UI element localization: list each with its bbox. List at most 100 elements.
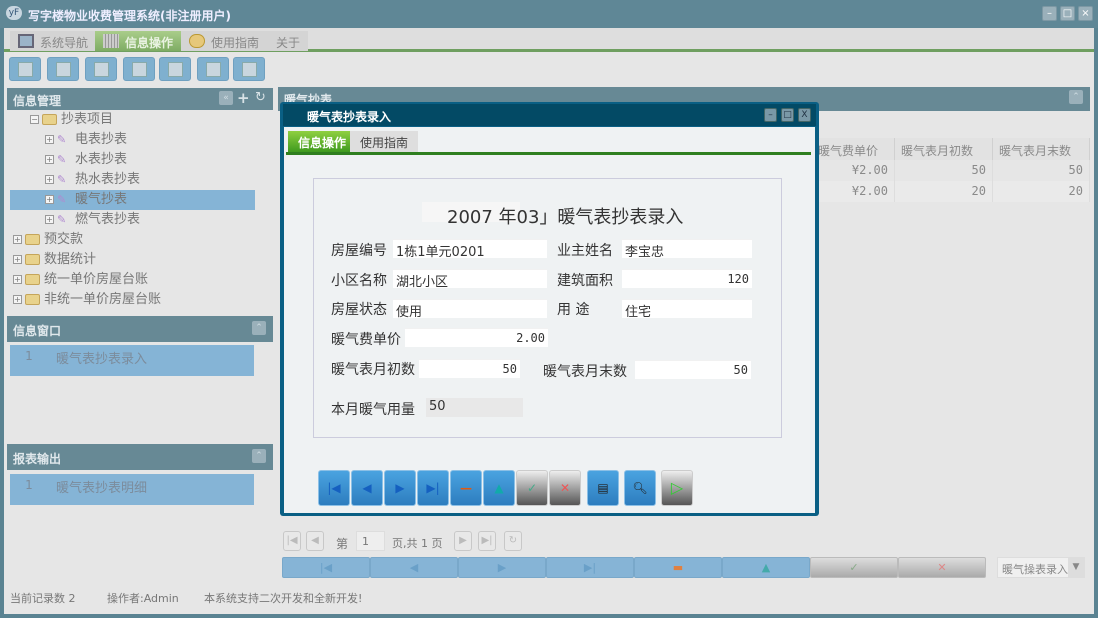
tree-node[interactable]: + 数据统计 — [10, 250, 270, 270]
usage-field[interactable]: 住宅 — [622, 299, 752, 320]
dialog-close-button[interactable]: X — [798, 108, 811, 122]
tree-node[interactable]: + 统一单价房屋台账 — [10, 270, 270, 290]
app-logo-icon: yF — [6, 6, 22, 20]
minimize-button[interactable]: – — [1042, 6, 1057, 21]
cancel-button[interactable]: ✕ — [898, 557, 986, 578]
collapse-up-icon[interactable]: ⌃ — [252, 449, 266, 463]
tool-icon: ✎ — [57, 153, 67, 166]
add-icon[interactable]: + — [237, 89, 250, 107]
owner-field[interactable]: 李宝忠 — [622, 239, 752, 260]
cell: 20 — [895, 181, 993, 202]
house-no-field[interactable]: 1栋1单元0201 — [393, 239, 547, 260]
usage-amount-field: 50 — [426, 398, 523, 417]
toolbar-search-button[interactable] — [9, 57, 41, 81]
preview-icon[interactable]: 🔍︎ — [624, 470, 656, 506]
page-input[interactable]: 1 — [356, 531, 385, 551]
folder-icon — [25, 254, 40, 265]
delete-record-button[interactable]: ▬ — [634, 557, 722, 578]
refresh-icon[interactable]: ↻ — [504, 531, 522, 551]
dialog-add-button[interactable]: ▲ — [483, 470, 515, 506]
dialog-tab-guide[interactable]: 使用指南 — [350, 131, 419, 152]
last-page-button[interactable]: ▶| — [478, 531, 496, 551]
dialog-delete-button[interactable]: — — [450, 470, 482, 506]
print-icon[interactable]: ▤ — [587, 470, 619, 506]
tool-icon: ✎ — [57, 193, 67, 206]
form-select[interactable]: 暖气操表录入 ▼ — [997, 557, 1085, 578]
dialog-first-button[interactable]: |◀ — [318, 470, 350, 506]
tree-node[interactable]: + ✎ 燃气表抄表 — [10, 210, 270, 230]
run-icon[interactable]: ▷ — [661, 470, 693, 506]
dialog-next-button[interactable]: ▶ — [384, 470, 416, 506]
tab-about[interactable]: 关于 — [266, 31, 309, 51]
operator: 操作者:Admin — [107, 592, 179, 605]
collapse-up-icon[interactable]: ⌃ — [1069, 90, 1083, 104]
tree-node-selected[interactable]: + ✎ 暖气抄表 — [10, 190, 255, 210]
window-icon — [168, 62, 183, 77]
add-window-icon — [206, 62, 221, 77]
status-field[interactable]: 使用 — [393, 299, 547, 320]
tree-node[interactable]: − 抄表项目 — [10, 110, 270, 130]
list-item[interactable]: 1 暖气表抄表录入 — [10, 345, 254, 376]
start-reading-field[interactable]: 50 — [419, 359, 520, 378]
label: 暖气表月末数 — [543, 364, 627, 380]
unit-price-field[interactable]: 2.00 — [405, 328, 548, 347]
list-item[interactable]: 1 暖气表抄表明细 — [10, 474, 254, 505]
close-button[interactable]: × — [1078, 6, 1093, 21]
tree-node[interactable]: + 预交款 — [10, 230, 270, 250]
cell: 50 — [895, 160, 993, 181]
next-record-button[interactable]: ▶ — [458, 557, 546, 578]
tab-info-ops[interactable]: 信息操作 — [95, 31, 182, 51]
tab-guide[interactable]: 使用指南 — [181, 31, 268, 51]
tab-label: 系统导航 — [40, 36, 89, 50]
label: 建筑面积 — [557, 273, 613, 289]
heading-date[interactable]: 2007 年03 — [447, 207, 539, 228]
toolbar-calendar-button[interactable] — [233, 57, 265, 81]
label: 暖气表月初数 — [331, 362, 415, 378]
prev-page-button[interactable]: ◀ — [306, 531, 324, 551]
first-page-button[interactable]: |◀ — [283, 531, 301, 551]
prev-record-button[interactable]: ◀ — [370, 557, 458, 578]
collapse-left-icon[interactable]: « — [219, 91, 233, 105]
dialog-save-button[interactable]: ✓ — [516, 470, 548, 506]
report-panel-header: 报表输出 — [7, 444, 273, 470]
dialog-tab-info-ops[interactable]: 信息操作 — [288, 131, 357, 152]
title-bar: 写字楼物业收费管理系统(非注册用户) — [0, 0, 1098, 28]
column-header[interactable]: 暖气费单价 — [812, 138, 895, 160]
dialog-minimize-button[interactable]: – — [764, 108, 777, 122]
tree-node[interactable]: + ✎ 热水表抄表 — [10, 170, 270, 190]
dialog-prev-button[interactable]: ◀ — [351, 470, 383, 506]
area-field[interactable]: 120 — [622, 269, 752, 288]
dialog-maximize-button[interactable]: □ — [781, 108, 794, 122]
refresh-icon[interactable]: ↻ — [255, 90, 266, 105]
dialog-cancel-button[interactable]: ✕ — [549, 470, 581, 506]
end-reading-field[interactable]: 50 — [635, 360, 751, 379]
toolbar-document-button[interactable] — [85, 57, 117, 81]
select-value: 暖气操表录入 — [1002, 563, 1068, 576]
dialog-title-bar[interactable]: 暖气表抄表录入 — [283, 104, 816, 126]
tree-node[interactable]: + ✎ 水表抄表 — [10, 150, 270, 170]
last-record-button[interactable]: ▶| — [546, 557, 634, 578]
next-page-button[interactable]: ▶ — [454, 531, 472, 551]
tab-system-nav[interactable]: 系统导航 — [10, 31, 97, 51]
tree-node[interactable]: + ✎ 电表抄表 — [10, 130, 270, 150]
community-field[interactable]: 湖北小区 — [393, 269, 547, 290]
maximize-button[interactable]: □ — [1060, 6, 1075, 21]
label: 房屋状态 — [331, 302, 387, 318]
toolbar-list-button[interactable] — [47, 57, 79, 81]
collapse-up-icon[interactable]: ⌃ — [252, 321, 266, 335]
column-header[interactable]: 暖气表月初数 — [895, 138, 993, 160]
column-header[interactable]: 暖气表月末数 — [993, 138, 1090, 160]
page-total: 页,共 1 页 — [392, 537, 443, 550]
cell: ¥2.00 — [812, 181, 895, 202]
toolbar-add-window-button[interactable] — [197, 57, 229, 81]
folder-icon — [25, 294, 40, 305]
toolbar-users-button[interactable] — [123, 57, 155, 81]
label: 业主姓名 — [557, 243, 613, 259]
tree-node[interactable]: + 非统一单价房屋台账 — [10, 290, 270, 310]
add-record-button[interactable]: ▲ — [722, 557, 810, 578]
toolbar-window-button[interactable] — [159, 57, 191, 81]
confirm-button[interactable]: ✓ — [810, 557, 898, 578]
dialog-last-button[interactable]: ▶| — [417, 470, 449, 506]
folder-icon — [42, 114, 57, 125]
first-record-button[interactable]: |◀ — [282, 557, 370, 578]
